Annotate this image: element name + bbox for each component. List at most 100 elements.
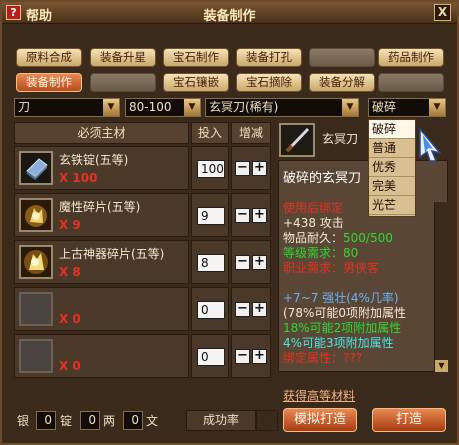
tab-equipment-star-up[interactable]: 装备升星 [90,48,156,67]
bind-attribute: 绑定属性：??? [283,351,363,365]
material-qty: X 0 [59,312,81,326]
tab-material-synthesis[interactable]: 原料合成 [16,48,82,67]
wen-label: 文 [146,414,159,428]
material-qty: X 100 [59,171,98,185]
chevron-down-icon[interactable]: ▼ [103,99,119,116]
liang-label: 两 [103,414,116,428]
material-qty: X 8 [59,265,81,279]
item-select-value: 玄冥刀(稀有) [209,100,279,114]
liang-value: 0 [80,411,100,430]
material-row: 魔性碎片(五等) X 9 [14,193,189,237]
empty-slot[interactable] [19,339,53,373]
item-name: 玄冥刀 [322,132,359,146]
material-name: 魔性碎片(五等) [59,200,141,214]
adjust-cell: − + [231,334,271,378]
input-cell: 0 [191,287,229,331]
material-row: 玄铁锭(五等) X 100 [14,146,189,190]
level-range-select[interactable]: 80-100 ▼ [125,98,201,117]
wen-value: 0 [123,411,143,430]
material-name: 玄铁锭(五等) [59,153,129,167]
minus-button[interactable]: − [235,255,250,270]
ingot-label: 锭 [60,414,73,428]
weapon-type-value: 刀 [18,100,31,114]
plus-button[interactable]: + [252,255,267,270]
tab-equipment-dismantle[interactable]: 装备分解 [309,73,375,92]
material-qty: X 0 [59,359,81,373]
plus-button[interactable]: + [252,161,267,176]
quality-option[interactable]: 优秀 [369,158,415,177]
adjust-cell: − + [231,193,271,237]
quality-select-value: 破碎 [372,100,397,114]
magic-shard-icon [21,200,51,230]
quantity-input[interactable]: 100 [197,160,225,178]
item-full-name: 破碎的玄冥刀 [283,171,362,186]
material-row: 上古神器碎片(五等) X 8 [14,240,189,284]
get-materials-link[interactable]: 获得高等材料 [283,387,355,404]
material-slot[interactable] [19,198,53,232]
tab-equipment-crafting[interactable]: 装备制作 [16,73,82,92]
chevron-down-icon[interactable]: ▼ [435,360,448,372]
material-slot[interactable] [19,245,53,279]
chevron-down-icon[interactable]: ▼ [429,99,445,116]
close-icon[interactable]: X [434,4,451,21]
quality-dropdown-list[interactable]: 破碎 普通 优秀 完美 光芒 [368,119,416,217]
input-cell: 9 [191,193,229,237]
quantity-input[interactable]: 0 [197,301,225,319]
quality-option[interactable]: 完美 [369,177,415,196]
material-slot[interactable] [19,151,53,185]
minus-button[interactable]: − [235,208,250,223]
material-qty: X 9 [59,218,81,232]
success-rate-label: 成功率 [186,410,256,431]
quality-option[interactable]: 普通 [369,139,415,158]
simulate-craft-button[interactable]: 模拟打造 [283,408,357,432]
tab-gem-inlay[interactable]: 宝石镶嵌 [163,73,229,92]
item-icon[interactable] [279,123,315,157]
material-row: X 0 [14,334,189,378]
quantity-input[interactable]: 8 [197,254,225,272]
header-adjust: 增减 [231,122,271,144]
adjust-cell: − + [231,146,271,190]
tab-disabled-2 [90,73,156,92]
header-input: 投入 [191,122,229,144]
item-select[interactable]: 玄冥刀(稀有) ▼ [205,98,359,117]
craft-button[interactable]: 打造 [372,408,446,432]
minus-button[interactable]: − [235,349,250,364]
tab-disabled-3 [378,73,444,92]
plus-button[interactable]: + [252,349,267,364]
quantity-input[interactable]: 0 [197,348,225,366]
plus-button[interactable]: + [252,302,267,317]
chevron-down-icon[interactable]: ▼ [184,99,200,116]
quality-option[interactable]: 破碎 [369,120,415,139]
ancient-artifact-shard-icon [21,247,51,277]
weapon-type-select[interactable]: 刀 ▼ [14,98,120,117]
detail-scrollbar[interactable]: ▼ [434,202,448,372]
material-name: 上古神器碎片(五等) [59,247,165,261]
plus-button[interactable]: + [252,208,267,223]
success-rate-value [256,410,278,431]
input-cell: 0 [191,334,229,378]
empty-slot[interactable] [19,292,53,326]
tab-gem-crafting[interactable]: 宝石制作 [163,48,229,67]
minus-button[interactable]: − [235,302,250,317]
chevron-down-icon[interactable]: ▼ [342,99,358,116]
equipment-craft-window: ? 帮助 装备制作 X 原料合成 装备升星 宝石制作 装备打孔 药品制作 装备制… [0,0,459,445]
quantity-input[interactable]: 9 [197,207,225,225]
item-detail-panel: 破碎的玄冥刀 使用后绑定 +438 攻击 物品耐久：500/500 等级需求：8… [278,160,448,372]
level-range-value: 80-100 [129,100,172,114]
tab-gem-removal[interactable]: 宝石摘除 [236,73,302,92]
tab-potion-crafting[interactable]: 药品制作 [378,48,444,67]
silver-label: 银 [17,414,30,428]
title-bar[interactable]: ? 帮助 装备制作 X [2,2,457,24]
quality-select[interactable]: 破碎 ▼ [368,98,446,117]
tab-disabled-1 [309,48,375,67]
durability-label: 物品耐久： [283,231,344,245]
durability-value: 500/500 [343,231,393,245]
blade-icon [281,125,313,155]
iron-ingot-icon [21,153,51,183]
adjust-cell: − + [231,287,271,331]
header-material: 必须主材 [14,122,189,144]
quality-option[interactable]: 光芒 [369,196,415,215]
minus-button[interactable]: − [235,161,250,176]
window-title: 装备制作 [203,9,256,24]
tab-equipment-socketing[interactable]: 装备打孔 [236,48,302,67]
